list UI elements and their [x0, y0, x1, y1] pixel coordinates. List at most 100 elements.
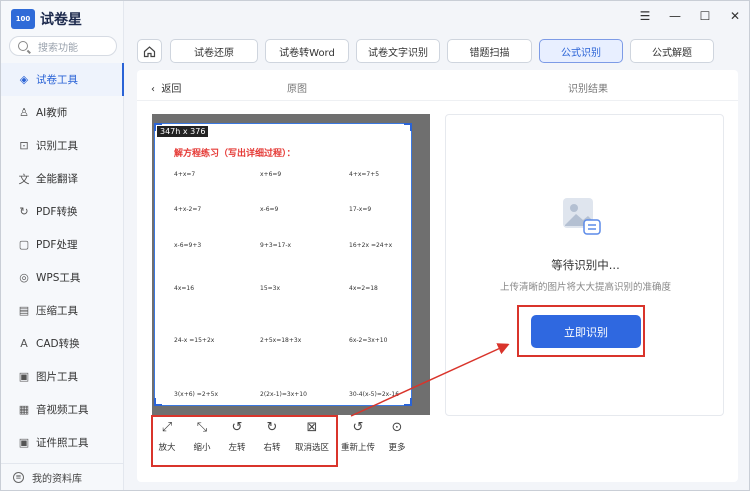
worksheet-equation: 17-x=9 [349, 206, 372, 213]
sidebar-item-pdf-process[interactable]: ▢ PDF处理 [1, 228, 124, 261]
sidebar-item-id-photo[interactable]: ▣ 证件照工具 [1, 426, 124, 459]
scan-icon: ⊡ [19, 139, 29, 152]
tab-formula-solve[interactable]: 公式解题 [630, 39, 714, 63]
worksheet-equation: 4x=16 [174, 285, 195, 292]
selection-handle[interactable] [154, 398, 162, 406]
compress-icon: ▤ [18, 304, 30, 317]
sidebar-item-label: PDF转换 [36, 206, 78, 218]
home-button[interactable] [137, 39, 162, 63]
worksheet-equation: 2(2x-1)=3x+10 [260, 391, 307, 398]
image-placeholder-icon [563, 198, 601, 235]
wps-icon: ◎ [19, 271, 29, 284]
sidebar-item-label: 压缩工具 [36, 305, 78, 317]
sidebar-item-recognition[interactable]: ⊡ 识别工具 [1, 129, 124, 162]
tab-wrong-question-scan[interactable]: 错题扫描 [447, 39, 532, 63]
menu-icon[interactable]: ☰ [639, 9, 651, 23]
worksheet-equation: 3(x+6) =2+5x [174, 391, 219, 398]
app-logo: 100 试卷星 [11, 7, 82, 31]
sidebar-item-label: 试卷工具 [36, 74, 78, 86]
sidebar-item-video[interactable]: ▦ 音视频工具 [1, 393, 124, 426]
worksheet-title: 解方程练习（写出详细过程）： [174, 149, 296, 159]
worksheet-equation: x+6=9 [260, 171, 282, 178]
worksheet-equation: 6x-2=3x+10 [349, 337, 388, 344]
sidebar-item-cad[interactable]: A CAD转换 [1, 327, 124, 360]
search-icon [18, 41, 28, 51]
worksheet-equation: 15=3x [260, 285, 281, 292]
tab-formula-recognition[interactable]: 公式识别 [539, 39, 623, 63]
refresh-icon: ↺ [352, 420, 364, 435]
worksheet-image[interactable]: 347h x 376 解方程练习（写出详细过程）： 4+x=7 x+6=9 4+x=… [154, 123, 412, 406]
ai-teacher-icon: ♙ [19, 106, 29, 119]
maximize-icon[interactable]: ☐ [699, 9, 711, 23]
selection-size-label: 347h x 376 [157, 126, 209, 137]
tab-exam-text-ocr[interactable]: 试卷文字识别 [356, 39, 440, 63]
sidebar-item-label: 图片工具 [36, 371, 78, 383]
worksheet-equation: x-6=9 [260, 206, 279, 213]
worksheet-equation: 9+3=17-x [260, 242, 292, 249]
more-icon: ⊙ [391, 420, 403, 435]
sidebar-nav: ◈ 试卷工具 ♙ AI教师 ⊡ 识别工具 文全能翻译 ↻ PDF转换 ▢ PDF处理 ◎ W… [1, 63, 124, 459]
sidebar-item-image[interactable]: ▣ 图片工具 [1, 360, 124, 393]
sidebar-item-label: AI教师 [36, 107, 68, 119]
my-library-link[interactable]: ≡ 我的资料库 [1, 463, 124, 490]
original-title: 原图 [287, 84, 307, 95]
more-button[interactable]: ⊙ 更多 [382, 420, 412, 453]
search-placeholder: 搜索功能 [38, 42, 78, 54]
worksheet-equation: 16+2x =24+x [349, 242, 393, 249]
header-divider [137, 100, 738, 101]
image-preview[interactable]: 347h x 376 解方程练习（写出详细过程）： 4+x=7 x+6=9 4+x=… [152, 114, 430, 415]
app-name: 试卷星 [40, 12, 82, 28]
pdf-process-icon: ▢ [18, 238, 30, 251]
worksheet-equation: 24-x =15+2x [174, 337, 215, 344]
selection-handle[interactable] [404, 123, 412, 131]
result-panel: 等待识别中... 上传清晰的图片将大大提高识别的准确度 立即识别 [445, 114, 724, 416]
worksheet-equation: x-6=9+3 [174, 242, 202, 249]
back-button[interactable]: ‹ 返回 [151, 80, 181, 95]
sidebar-item-label: 识别工具 [36, 140, 78, 152]
sidebar: 100 试卷星 搜索功能 ◈ 试卷工具 ♙ AI教师 ⊡ 识别工具 文全能翻译 ↻ PD… [1, 1, 124, 490]
worksheet-equation: 4+x=7 [174, 171, 196, 178]
worksheet-equation: 30-4(x-5)=2x-16 [349, 391, 400, 398]
sidebar-item-label: 音视频工具 [36, 404, 89, 416]
sidebar-item-label: 全能翻译 [36, 173, 78, 185]
cad-icon: A [20, 337, 28, 350]
hint-text: 上传清晰的图片将大大提高识别的准确度 [499, 282, 671, 293]
sidebar-item-compress[interactable]: ▤ 压缩工具 [1, 294, 124, 327]
worksheet-equation: 4+x=7+5 [349, 171, 380, 178]
toolbar-highlight-box [151, 415, 338, 467]
layers-icon: ◈ [19, 73, 29, 86]
logo-mark: 100 [11, 9, 35, 29]
home-icon [143, 45, 156, 57]
reupload-button[interactable]: ↺ 重新上传 [334, 420, 382, 453]
sidebar-item-exam-tools[interactable]: ◈ 试卷工具 [1, 63, 124, 96]
sidebar-item-wps[interactable]: ◎ WPS工具 [1, 261, 124, 294]
button-highlight-box [517, 305, 645, 357]
sidebar-item-label: 证件照工具 [36, 437, 89, 449]
pdf-convert-icon: ↻ [19, 205, 29, 218]
sidebar-item-label: PDF处理 [36, 239, 78, 251]
sidebar-item-label: CAD转换 [36, 338, 80, 350]
tool-label: 重新上传 [340, 443, 375, 453]
image-icon: ▣ [18, 370, 30, 383]
close-icon[interactable]: ✕ [729, 9, 741, 23]
search-input[interactable]: 搜索功能 [9, 36, 117, 56]
app-window: 100 试卷星 搜索功能 ◈ 试卷工具 ♙ AI教师 ⊡ 识别工具 文全能翻译 ↻ PD… [0, 0, 750, 491]
translate-icon: 文 [18, 172, 30, 186]
selection-handle[interactable] [404, 398, 412, 406]
main-content: ‹ 返回 原图 识别结果 347h x 376 解方程练习（写出详细过程）： 4… [137, 70, 738, 482]
worksheet-equation: 4+x-2=7 [174, 206, 202, 213]
back-label: 返回 [161, 84, 182, 95]
worksheet-equation: 4x=2=18 [349, 285, 378, 292]
tool-label: 更多 [388, 443, 406, 453]
sidebar-item-pdf-convert[interactable]: ↻ PDF转换 [1, 195, 124, 228]
minimize-icon[interactable]: — [669, 9, 681, 23]
window-controls: ☰ — ☐ ✕ [639, 9, 741, 23]
my-library-label: 我的资料库 [32, 473, 82, 485]
tool-tabs: 试卷还原 试卷转Word 试卷文字识别 错题扫描 公式识别 公式解题 [137, 39, 714, 63]
tab-exam-to-word[interactable]: 试卷转Word [265, 39, 349, 63]
sidebar-item-label: WPS工具 [36, 272, 81, 284]
sidebar-item-translate[interactable]: 文全能翻译 [1, 162, 124, 195]
tab-exam-restore[interactable]: 试卷还原 [170, 39, 258, 63]
menu-icon: ≡ [13, 471, 24, 483]
sidebar-item-ai-teacher[interactable]: ♙ AI教师 [1, 96, 124, 129]
